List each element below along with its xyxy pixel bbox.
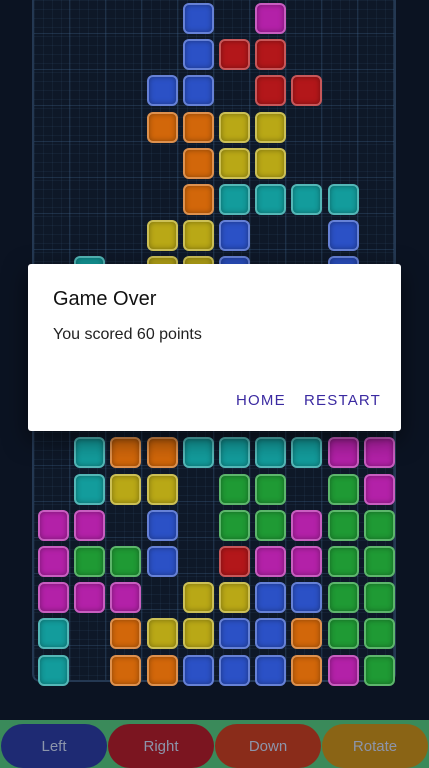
dialog-title: Game Over <box>53 288 157 310</box>
controls-bar: Left Right Down Rotate <box>0 720 429 768</box>
score-message: You scored 60 points <box>53 326 202 343</box>
restart-button[interactable]: RESTART <box>304 392 381 409</box>
rotate-button[interactable]: Rotate <box>322 724 428 768</box>
down-button[interactable]: Down <box>215 724 321 768</box>
home-button[interactable]: HOME <box>236 392 286 409</box>
left-button[interactable]: Left <box>1 724 107 768</box>
game-over-dialog: Game Over You scored 60 points HOME REST… <box>28 264 401 431</box>
right-button[interactable]: Right <box>108 724 214 768</box>
